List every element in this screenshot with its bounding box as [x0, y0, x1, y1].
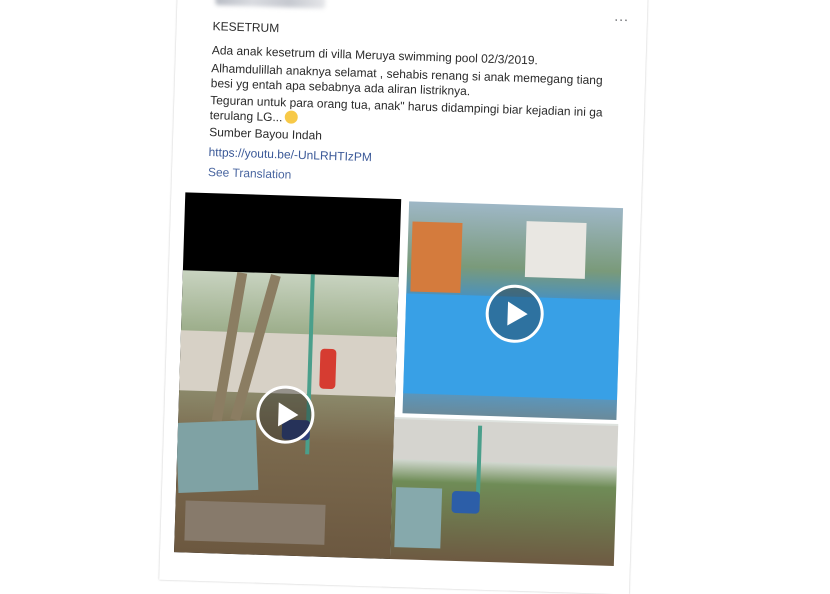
video-electrocution-scene[interactable]	[174, 192, 402, 559]
post-source: Sumber Bayou Indah	[209, 125, 323, 143]
video-kid-on-ground[interactable]	[389, 417, 619, 566]
more-options-icon[interactable]: ...	[614, 8, 629, 24]
wall	[393, 419, 619, 467]
water-slide	[410, 221, 463, 294]
person-red-shirt	[319, 348, 337, 390]
youtube-link[interactable]: https://youtu.be/-UnLRHTIzPM	[208, 145, 372, 165]
building	[524, 221, 587, 279]
post-title: KESETRUM	[212, 19, 280, 36]
see-translation-link[interactable]: See Translation	[208, 165, 292, 183]
video-swimming-pool[interactable]	[402, 201, 624, 420]
blurred-author-name	[215, 0, 326, 9]
bench	[184, 500, 326, 545]
smile-emoji-icon	[284, 110, 298, 124]
facebook-post: ... KESETRUM Ada anak kesetrum di villa …	[159, 0, 648, 594]
child-on-ground	[451, 490, 481, 514]
media-grid	[174, 192, 625, 566]
stone-block	[394, 487, 443, 549]
stone-block	[175, 419, 259, 493]
